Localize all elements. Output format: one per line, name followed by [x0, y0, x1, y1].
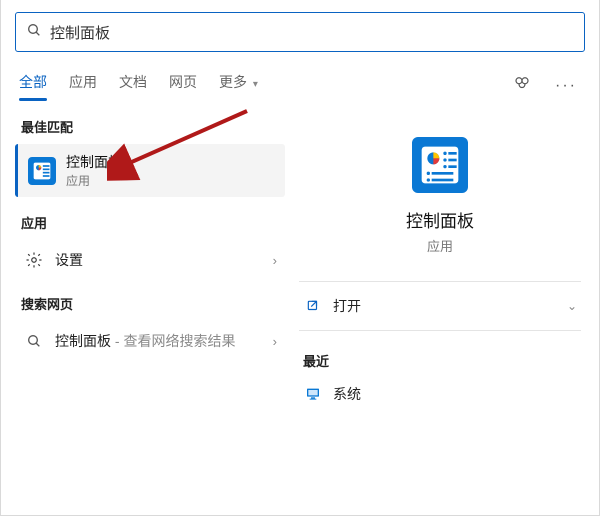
open-action[interactable]: 打开 ⌄ — [299, 286, 581, 326]
best-match-subtitle: 应用 — [66, 172, 122, 189]
more-options-icon[interactable]: ··· — [551, 73, 581, 99]
section-apps: 应用 — [21, 213, 285, 232]
chevron-down-icon: ▾ — [253, 79, 258, 90]
preview-pane: 控制面板 应用 打开 ⌄ 最近 — [289, 111, 599, 516]
web-item-text: 控制面板 - 查看网络搜索结果 — [55, 331, 273, 351]
results-list: 最佳匹配 控制面板 应用 — [1, 111, 289, 516]
search-query-text: 控制面板 — [50, 22, 110, 43]
apps-item-settings[interactable]: 设置 › — [15, 240, 285, 280]
tab-more-label: 更多 — [219, 74, 247, 90]
preview-app-icon — [412, 137, 468, 193]
search-icon — [23, 333, 45, 349]
chevron-right-icon: › — [273, 253, 277, 268]
divider — [299, 281, 581, 282]
tab-apps[interactable]: 应用 — [69, 72, 97, 100]
tab-all[interactable]: 全部 — [19, 72, 47, 100]
start-search-window: 控制面板 全部 应用 文档 网页 更多 ▾ ··· 最佳匹配 — [0, 0, 600, 516]
chevron-right-icon: › — [273, 334, 277, 349]
web-item-term: 控制面板 — [55, 333, 111, 349]
best-match-title: 控制面板 — [66, 152, 122, 172]
search-icon — [26, 22, 42, 43]
tab-docs[interactable]: 文档 — [119, 72, 147, 100]
gear-icon — [23, 251, 45, 269]
search-bar-area: 控制面板 — [1, 0, 599, 56]
apps-item-label: 设置 — [55, 250, 273, 270]
section-best-match: 最佳匹配 — [21, 117, 285, 136]
divider — [299, 330, 581, 331]
preview-subtitle: 应用 — [299, 236, 581, 255]
recent-item[interactable]: 系统 — [299, 378, 581, 410]
search-input[interactable]: 控制面板 — [15, 12, 585, 52]
preview-title: 控制面板 — [299, 207, 581, 232]
open-icon — [303, 299, 323, 313]
open-label: 打开 — [333, 296, 567, 316]
system-icon — [303, 386, 323, 402]
recent-item-label: 系统 — [333, 384, 361, 404]
control-panel-icon — [28, 157, 56, 185]
recent-section-title: 最近 — [303, 351, 577, 370]
tab-web[interactable]: 网页 — [169, 72, 197, 100]
rewards-icon[interactable] — [509, 70, 535, 101]
scope-tabs: 全部 应用 文档 网页 更多 ▾ ··· — [1, 56, 599, 101]
web-item[interactable]: 控制面板 - 查看网络搜索结果 › — [15, 321, 285, 361]
section-web: 搜索网页 — [21, 294, 285, 313]
chevron-down-icon: ⌄ — [567, 299, 577, 313]
best-match-item[interactable]: 控制面板 应用 — [15, 144, 285, 197]
web-item-suffix: - 查看网络搜索结果 — [111, 333, 235, 349]
tab-more[interactable]: 更多 ▾ — [219, 72, 258, 100]
